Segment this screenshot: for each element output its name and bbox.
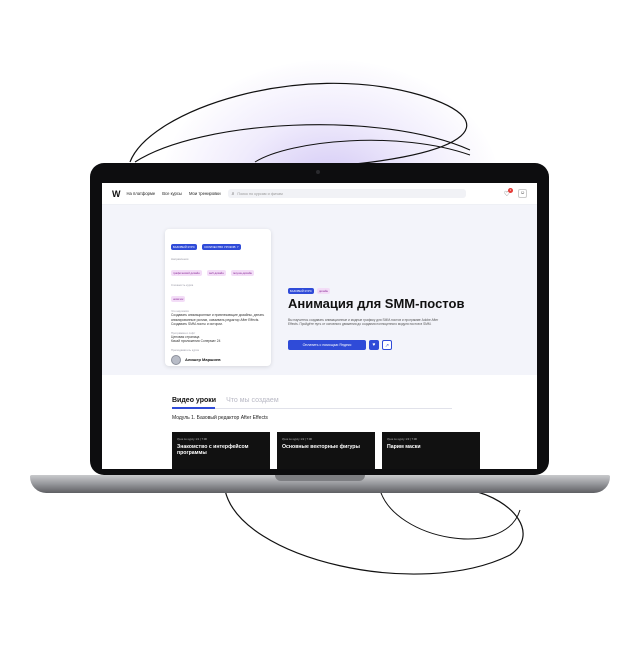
author-label: Преподаватель курса [171, 347, 199, 352]
lesson-card[interactable]: Урок по курсу 1/2 | 7:00 Основные вектор… [277, 432, 375, 469]
avatar [171, 354, 181, 365]
level-label: Сложность курса [171, 283, 194, 287]
share-icon[interactable]: ↗ [382, 340, 392, 350]
lesson-card[interactable]: Урок по курсу 1/1 | 7:00 Знакомство с ин… [172, 432, 270, 469]
lesson-title: Парим маски [387, 444, 421, 450]
lesson-meta: Урок по курсу 1/2 | 7:00 [282, 437, 312, 441]
hero-tag-level: БАЗОВЫЙ КУРС [288, 288, 314, 294]
hero-actions: Оплатить с помощью Яндекс ♥ ↗ [288, 340, 392, 350]
search-icon: ⌕ [231, 190, 235, 197]
search-input[interactable]: ⌕ Поиск по курсам и фичам [227, 189, 466, 198]
card-tag-level: БАЗОВЫЙ КУРС [171, 244, 197, 250]
direction-tag: графический дизайн [171, 270, 202, 276]
page-title: Анимация для SMM-постов [288, 296, 465, 311]
card-tag-lessons: КОЛИЧЕСТВО УРОКОВ: 7 [202, 244, 241, 250]
heart-icon[interactable]: ♥ [369, 340, 379, 350]
course-hero: БАЗОВЫЙ КУРС КОЛИЧЕСТВО УРОКОВ: 7 Направ… [102, 205, 537, 375]
top-navigation: W На платформе Все курсы Мои тренировки … [102, 183, 537, 205]
content-tabs: Видео уроки Что мы создаем [172, 397, 279, 404]
notification-badge: 2 [508, 187, 513, 193]
lesson-meta: Урок по курсу 1/1 | 7:00 [177, 437, 207, 441]
nav-link-my-trainings[interactable]: Мои тренировки [189, 191, 221, 196]
laptop-screen-frame: W На платформе Все курсы Мои тренировки … [90, 163, 549, 475]
lesson-title: Знакомство с интерфейсом программы [177, 444, 249, 457]
level-tag: новичок [171, 296, 186, 302]
hero-tags: БАЗОВЫЙ КУРС дизайн [288, 288, 331, 296]
pay-button[interactable]: Оплатить с помощью Яндекс [288, 340, 366, 350]
search-placeholder: Поиск по курсам и фичам [237, 191, 283, 196]
favorites-heart-icon[interactable]: ♡ 2 [504, 187, 513, 198]
author-name: Алишер Маршиев [185, 357, 221, 363]
direction-tag: моушн-дизайн [231, 270, 254, 276]
lesson-meta: Урок по курсу 1/3 | 7:00 [387, 437, 417, 441]
tab-what-we-create[interactable]: Что мы создаем [226, 397, 279, 404]
tab-active-indicator [172, 407, 215, 409]
user-profile-icon[interactable]: ☺ [518, 189, 527, 198]
laptop-base [30, 475, 610, 493]
browser-viewport: W На платформе Все курсы Мои тренировки … [102, 183, 537, 469]
lesson-title: Основные векторные фигуры [282, 444, 360, 450]
module-title: Модуль 1. Базовый редактор After Effects [172, 415, 268, 421]
direction-tag: веб-дизайн [207, 270, 226, 276]
course-info-card: БАЗОВЫЙ КУРС КОЛИЧЕСТВО УРОКОВ: 7 Направ… [165, 229, 271, 366]
tab-video-lessons[interactable]: Видео уроки [172, 397, 216, 404]
tools-text: Ценовая страница Качай приложения Соперм… [171, 334, 221, 344]
logo[interactable]: W [112, 189, 120, 199]
author[interactable]: Алишер Маршиев [171, 354, 265, 365]
skills-text: Создавать анимационные и привлекающие ди… [171, 313, 265, 327]
hero-tag-category: дизайн [316, 288, 331, 294]
course-description: Вы научитесь создавать анимационные и мо… [288, 318, 439, 327]
laptop-opening-notch [275, 475, 365, 481]
nav-link-platform[interactable]: На платформе [127, 191, 156, 196]
nav-link-all-courses[interactable]: Все курсы [162, 191, 182, 196]
lesson-card[interactable]: Урок по курсу 1/3 | 7:00 Парим маски [382, 432, 480, 469]
webcam [316, 170, 320, 174]
